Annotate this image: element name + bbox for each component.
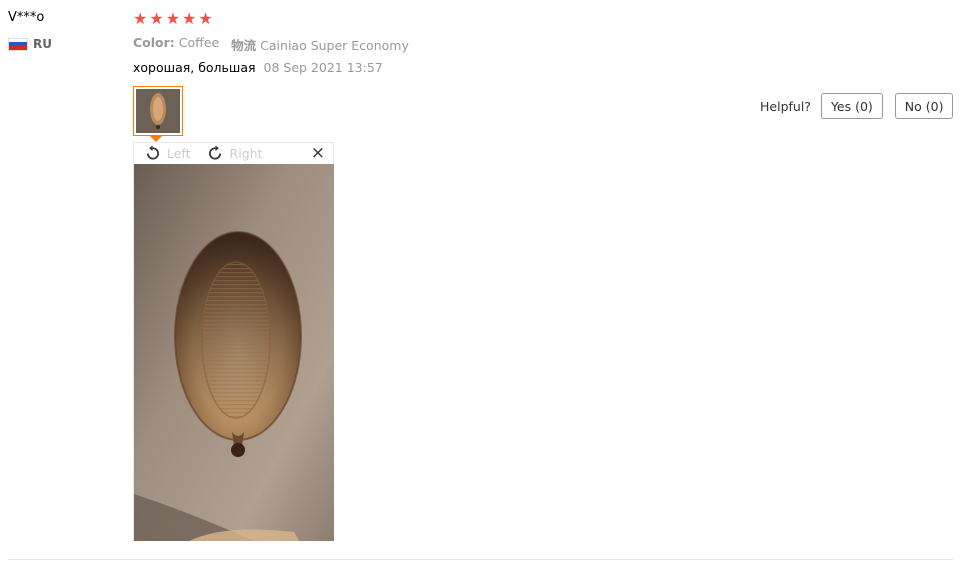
star-icon: ★ (165, 9, 181, 28)
rotate-right-label: Right (229, 146, 263, 161)
feedback-date: 08 Sep 2021 13:57 (263, 60, 383, 75)
rating-stars: ★ ★ ★ ★ ★ (133, 10, 213, 28)
russia-flag-icon (8, 37, 28, 51)
helpful-yes-button[interactable]: Yes (0) (820, 93, 883, 119)
color-info: Color: Coffee (133, 35, 219, 54)
rotate-left-button[interactable]: Left (144, 145, 191, 162)
color-label: Color: (133, 35, 175, 50)
rotate-right-button[interactable]: Right (207, 145, 263, 162)
feedback: хорошая, большая 08 Sep 2021 13:57 (133, 60, 383, 75)
helpful-vote: Helpful? Yes (0) No (0) (760, 93, 954, 119)
shipping-label: 物流 (231, 38, 257, 53)
star-icon: ★ (182, 9, 197, 28)
rotate-left-label: Left (167, 146, 191, 161)
color-value: Coffee (178, 35, 220, 50)
star-icon: ★ (198, 9, 213, 28)
star-icon: ★ (149, 9, 164, 28)
thumbnail-image (136, 89, 180, 133)
viewer-toolbar: Left Right × (134, 143, 333, 164)
star-icon: ★ (133, 9, 148, 28)
country-code: RU (33, 37, 52, 51)
feedback-text: хорошая, большая (133, 60, 256, 75)
rotate-left-icon (146, 145, 160, 160)
photo-viewer: Left Right × (133, 142, 334, 541)
reviewer-name: V***o (8, 10, 45, 25)
close-icon[interactable]: × (311, 144, 325, 163)
reviewer-country: RU (8, 37, 52, 51)
order-meta: Color: Coffee 物流 Cainiao Super Economy (133, 35, 409, 54)
review-photo-thumbnail[interactable] (133, 86, 183, 136)
review-photo (134, 164, 334, 541)
shipping-value: Cainiao Super Economy (260, 38, 409, 53)
review-divider (8, 559, 953, 560)
helpful-no-button[interactable]: No (0) (894, 93, 954, 119)
helpful-label: Helpful? (760, 98, 811, 114)
rotate-right-icon (208, 145, 221, 160)
shipping-info: 物流 Cainiao Super Economy (231, 35, 409, 54)
